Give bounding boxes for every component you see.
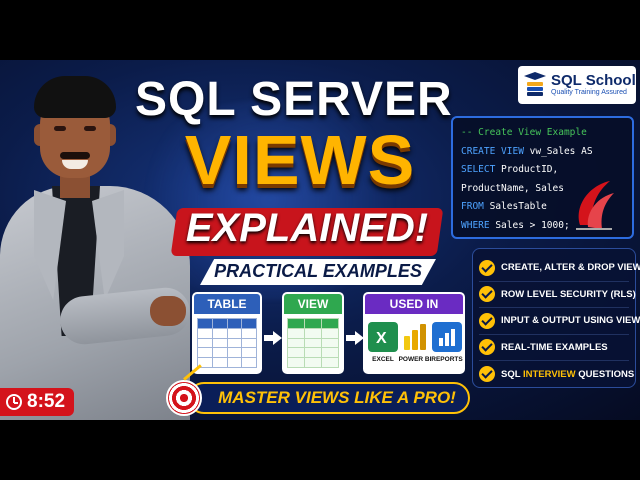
- title-line-1: SQL SERVER: [135, 73, 453, 126]
- feature-item: SQL INTERVIEW QUESTIONS: [479, 361, 634, 388]
- used-in-card-label: USED IN: [365, 294, 463, 314]
- table-card-label: TABLE: [194, 294, 260, 314]
- feature-text: SQL INTERVIEW QUESTIONS: [501, 368, 635, 380]
- power-bi-icon: [400, 322, 430, 352]
- letterbox-top: [0, 0, 640, 60]
- feature-item: CREATE, ALTER & DROP VIEW: [479, 255, 640, 282]
- check-circle-icon: [479, 366, 495, 383]
- svg-text:X: X: [376, 330, 387, 347]
- letterbox-bottom: [0, 420, 640, 480]
- video-thumbnail[interactable]: 8:52 SQL SERVER VIEWS EXPLAINED! PRACTIC…: [0, 60, 640, 420]
- sql-school-logo: SQL School Quality Training Assured: [518, 66, 636, 104]
- duration-text: 8:52: [27, 391, 66, 412]
- feature-item: REAL-TIME EXAMPLES: [479, 335, 629, 361]
- reports-icon: [432, 322, 462, 352]
- table-grid-icon: [197, 318, 257, 368]
- code-comment: -- Create View Example: [461, 127, 587, 138]
- app-label-excel: EXCEL: [372, 356, 394, 363]
- sql-server-icon: [576, 181, 614, 230]
- check-circle-icon: [479, 339, 495, 356]
- check-circle-icon: [479, 312, 495, 329]
- code-line-1: CREATE VIEW vw_Sales AS: [461, 145, 593, 157]
- feature-text: REAL-TIME EXAMPLES: [501, 341, 608, 353]
- used-in-card: USED IN X EXCEL POWER BI REPORTS: [363, 292, 465, 374]
- arrow-right-icon: [264, 331, 282, 345]
- view-card-label: VIEW: [284, 294, 342, 314]
- logo-name: SQL School: [551, 72, 636, 89]
- feature-text: INPUT & OUTPUT USING VIEWS: [501, 315, 640, 327]
- feature-item: ROW LEVEL SECURITY (RLS): [479, 282, 636, 308]
- app-label-power-bi: POWER BI: [398, 356, 432, 363]
- view-card: VIEW: [282, 292, 344, 374]
- duration-badge: 8:52: [0, 388, 74, 416]
- presenter-mustache: [60, 152, 90, 159]
- view-grid-icon: [287, 318, 339, 368]
- table-card: TABLE: [192, 292, 262, 374]
- app-label-reports: REPORTS: [431, 356, 463, 363]
- feature-text: CREATE, ALTER & DROP VIEW: [501, 262, 640, 274]
- subtitle: PRACTICAL EXAMPLES: [214, 261, 422, 281]
- feature-item: INPUT & OUTPUT USING VIEWS: [479, 308, 640, 335]
- presenter-hair: [34, 76, 116, 118]
- excel-icon: X: [368, 322, 398, 352]
- feature-list: CREATE, ALTER & DROP VIEW ROW LEVEL SECU…: [472, 248, 640, 388]
- presenter-eye-left: [54, 126, 66, 131]
- presenter-hand: [150, 296, 186, 326]
- check-circle-icon: [479, 259, 495, 276]
- presenter-eye-right: [84, 126, 96, 131]
- clock-icon: [6, 394, 22, 410]
- check-circle-icon: [479, 286, 495, 303]
- title-line-2: VIEWS: [184, 121, 416, 199]
- logo-tagline: Quality Training Assured: [551, 89, 627, 96]
- graduation-cap-icon: [524, 72, 546, 98]
- feature-text: ROW LEVEL SECURITY (RLS): [501, 288, 636, 300]
- target-icon: [166, 380, 202, 416]
- arrow-right-icon: [346, 331, 364, 345]
- title-line-3: EXPLAINED!: [185, 206, 429, 250]
- bottom-banner-text: MASTER VIEWS LIKE A PRO!: [218, 388, 456, 407]
